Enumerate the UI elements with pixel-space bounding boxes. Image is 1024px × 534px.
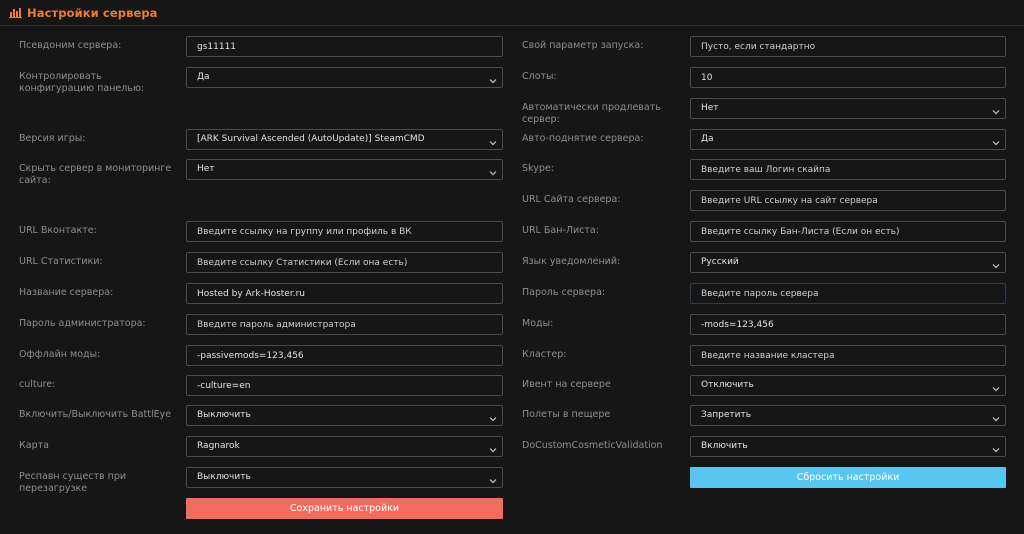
right-input-0[interactable] — [690, 36, 1006, 57]
left-select-2[interactable]: [ARK Survival Ascended (AutoUpdate)] Ste… — [186, 129, 503, 150]
left-input-0[interactable] — [186, 36, 503, 57]
left-input-6[interactable] — [186, 283, 503, 304]
right-input-8[interactable] — [690, 283, 1006, 304]
right-label-13: DoCustomCosmeticValidation — [522, 440, 663, 451]
right-label-11: Ивент на сервере — [522, 379, 611, 390]
page-title: Настройки сервера — [27, 5, 158, 20]
left-label-9: culture: — [19, 379, 56, 390]
left-label-4: URL Вконтакте: — [19, 225, 97, 236]
left-select-value-3: Нет — [197, 164, 215, 174]
right-label-5: URL Сайта сервера: — [522, 194, 621, 205]
left-input-7[interactable] — [186, 314, 503, 335]
right-select-3[interactable]: Да — [690, 129, 1006, 150]
left-label-10: Включить/Выключить BattlEye — [19, 409, 172, 420]
left-select-1[interactable]: Да — [186, 67, 503, 88]
reset-settings-button[interactable]: Сбросить настройки — [690, 467, 1006, 488]
left-select-value-2: [ARK Survival Ascended (AutoUpdate)] Ste… — [197, 134, 425, 144]
left-label-2: Версия игры: — [19, 133, 86, 144]
chevron-down-icon — [992, 105, 1000, 115]
chevron-down-icon — [489, 474, 497, 484]
left-select-10[interactable]: Выключить — [186, 405, 503, 426]
left-select-value-10: Выключить — [197, 410, 251, 420]
right-input-6[interactable] — [690, 221, 1006, 242]
right-input-9[interactable] — [690, 314, 1006, 335]
save-settings-button[interactable]: Сохранить настройки — [186, 498, 503, 519]
right-input-4[interactable] — [690, 159, 1006, 180]
right-input-10[interactable] — [690, 345, 1006, 366]
chevron-down-icon — [489, 136, 497, 146]
right-select-value-2: Нет — [701, 103, 719, 113]
left-select-11[interactable]: Ragnarok — [186, 436, 503, 457]
right-label-8: Пароль сервера: — [522, 287, 606, 298]
right-select-11[interactable]: Отключить — [690, 375, 1006, 396]
right-select-12[interactable]: Запретить — [690, 405, 1006, 426]
right-select-value-7: Русский — [701, 257, 739, 267]
right-label-6: URL Бан-Листа: — [522, 225, 599, 236]
right-select-13[interactable]: Включить — [690, 436, 1006, 457]
right-label-10: Кластер: — [522, 349, 567, 360]
right-select-7[interactable]: Русский — [690, 252, 1006, 273]
right-select-2[interactable]: Нет — [690, 98, 1006, 119]
left-label-6: Название сервера: — [19, 287, 114, 298]
right-label-0: Свой параметр запуска: — [522, 40, 644, 51]
left-select-value-11: Ragnarok — [197, 441, 240, 451]
left-input-4[interactable] — [186, 221, 503, 242]
left-select-value-12: Выключить — [197, 472, 251, 482]
left-input-9[interactable] — [186, 375, 503, 396]
right-label-1: Слоты: — [522, 71, 557, 82]
page-header: Настройки сервера — [0, 0, 1024, 26]
chevron-down-icon — [992, 259, 1000, 269]
left-label-12: Респавн существ при перезагрузке — [19, 471, 127, 494]
left-select-3[interactable]: Нет — [186, 159, 503, 180]
chevron-down-icon — [992, 136, 1000, 146]
right-label-12: Полеты в пещере — [522, 409, 611, 420]
left-label-11: Карта — [19, 440, 49, 451]
right-label-4: Skype: — [522, 163, 554, 174]
left-select-value-1: Да — [197, 72, 210, 82]
right-label-7: Язык уведомлений: — [522, 256, 621, 267]
left-select-12[interactable]: Выключить — [186, 467, 503, 488]
left-input-8[interactable] — [186, 345, 503, 366]
left-label-1: Контролировать конфигурацию панелью: — [19, 71, 145, 94]
chevron-down-icon — [992, 443, 1000, 453]
left-label-8: Оффлайн моды: — [19, 349, 101, 360]
chevron-down-icon — [489, 166, 497, 176]
right-select-value-11: Отключить — [701, 380, 754, 390]
right-input-1[interactable] — [690, 67, 1006, 88]
chevron-down-icon — [992, 412, 1000, 422]
right-select-value-12: Запретить — [701, 410, 752, 420]
right-select-value-3: Да — [701, 134, 714, 144]
right-input-5[interactable] — [690, 190, 1006, 211]
left-input-5[interactable] — [186, 252, 503, 273]
chevron-down-icon — [489, 443, 497, 453]
right-select-value-13: Включить — [701, 441, 748, 451]
right-label-2: Автоматически продлевать сервер: — [522, 102, 661, 125]
left-label-7: Пароль администратора: — [19, 318, 146, 329]
right-label-3: Авто-поднятие сервера: — [522, 133, 644, 144]
right-label-9: Моды: — [522, 318, 554, 329]
chevron-down-icon — [992, 382, 1000, 392]
left-label-5: URL Статистики: — [19, 256, 103, 267]
chevron-down-icon — [489, 74, 497, 84]
bar-chart-icon — [9, 8, 22, 18]
chevron-down-icon — [489, 412, 497, 422]
left-label-3: Скрыть сервер в мониторинге сайта: — [19, 163, 172, 186]
left-label-0: Псевдоним сервера: — [19, 40, 122, 51]
